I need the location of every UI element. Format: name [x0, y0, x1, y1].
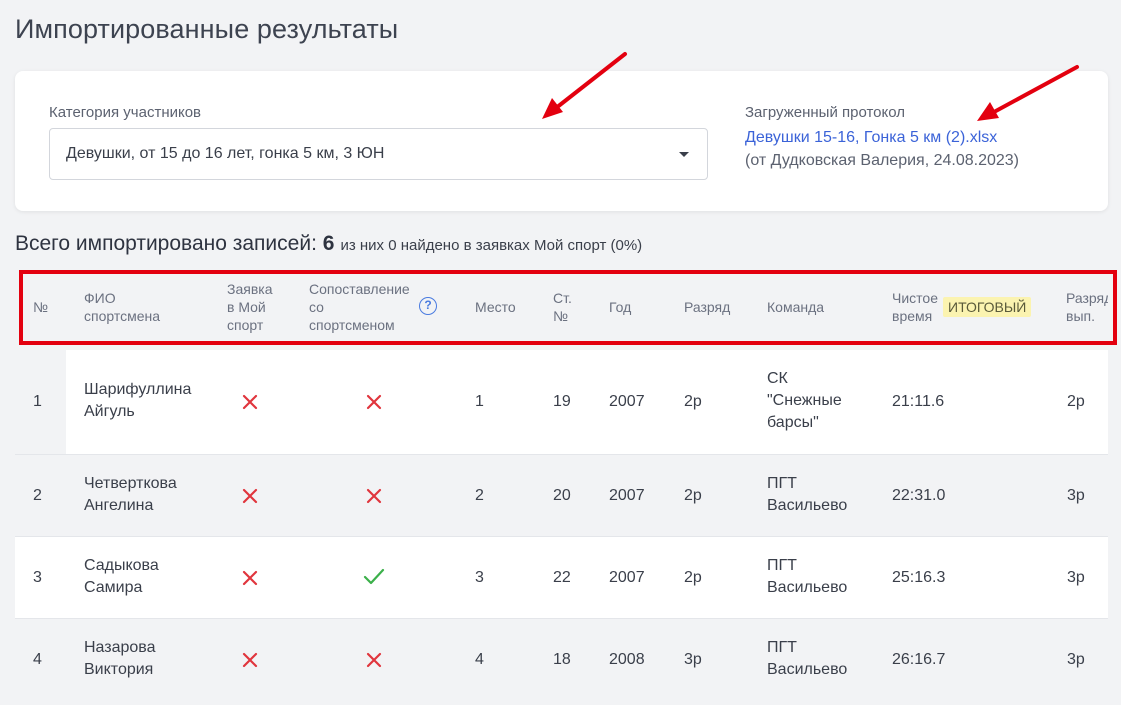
- header-team: Команда: [767, 299, 825, 315]
- chevron-down-icon: [679, 152, 689, 157]
- summary-label: Всего импортировано записей: 6: [15, 232, 335, 255]
- cross-icon: [242, 394, 258, 410]
- cell-time: 22:31.0: [892, 487, 946, 504]
- filters-card: Категория участников Девушки, от 15 до 1…: [15, 71, 1108, 211]
- protocol-file-link[interactable]: Девушки 15-16, Гонка 5 км (2).xlsx: [745, 129, 997, 147]
- cell-team: ПГТ Васильево: [767, 557, 848, 596]
- cell-place: 3: [475, 569, 484, 586]
- cross-icon: [242, 488, 258, 504]
- cell-num: 1: [33, 393, 42, 410]
- table-header: № ФИО спортсмена Заявка в Мой спорт Сопоста…: [15, 272, 1121, 342]
- protocol-label: Загруженный протокол: [745, 104, 906, 121]
- table-row[interactable]: 3 Садыкова Самира 3 22 2007 2р ПГТ Василье…: [15, 536, 1108, 618]
- category-select[interactable]: Девушки, от 15 до 16 лет, гонка 5 км, 3 …: [49, 128, 708, 180]
- cell-time: 25:16.3: [892, 569, 946, 586]
- cross-icon: [366, 652, 382, 668]
- summary-detail: из них 0 найдено в заявках Мой спорт (0%…: [340, 237, 643, 254]
- cell-year: 2008: [609, 651, 645, 668]
- cell-place: 4: [475, 651, 484, 668]
- header-place: Место: [475, 299, 516, 315]
- cell-time: 21:11.6: [892, 393, 945, 410]
- cross-icon: [242, 652, 258, 668]
- final-badge[interactable]: ИТОГОВЫЙ: [943, 297, 1032, 317]
- cross-icon: [366, 394, 382, 410]
- cell-rank: 2р: [684, 393, 702, 410]
- header-rank: Разряд: [684, 299, 731, 315]
- summary-count: 6: [322, 232, 335, 255]
- header-rank-achieved: Разряд вып.: [1066, 290, 1108, 324]
- cell-time: 26:16.7: [892, 651, 946, 668]
- cell-fio: Шарифуллина Айгуль: [84, 381, 192, 420]
- header-num: №: [33, 299, 49, 315]
- cell-team: ПГТ Васильево: [767, 639, 848, 678]
- cell-rank-achieved: 3р: [1067, 487, 1085, 504]
- table-row[interactable]: 2 Четверткова Ангелина 2 20 2007 2р ПГТ Ва…: [15, 454, 1108, 536]
- import-summary: Всего импортировано записей: 6 из них 0 н…: [15, 232, 642, 256]
- cell-fio: Садыкова Самира: [84, 557, 159, 596]
- cross-icon: [366, 488, 382, 504]
- header-matching: Сопоставление со спортсменом: [309, 281, 410, 333]
- cell-team: ПГТ Васильево: [767, 475, 848, 514]
- cell-num: 4: [33, 651, 42, 668]
- category-label: Категория участников: [49, 104, 202, 121]
- cell-year: 2007: [609, 569, 645, 586]
- cross-icon: [242, 570, 258, 586]
- cell-place: 1: [475, 393, 484, 410]
- table-row[interactable]: 4 Назарова Виктория 4 18 2008 3р ПГТ Васил…: [15, 618, 1108, 700]
- check-icon: [363, 568, 385, 585]
- category-select-value: Девушки, от 15 до 16 лет, гонка 5 км, 3 …: [66, 145, 385, 162]
- header-fio: ФИО спортсмена: [84, 290, 161, 324]
- cell-year: 2007: [609, 487, 645, 504]
- cell-year: 2007: [609, 393, 645, 410]
- cell-place: 2: [475, 487, 484, 504]
- cell-rank-achieved: 2р: [1067, 393, 1085, 410]
- cell-rank: 3р: [684, 651, 702, 668]
- cell-start: 20: [553, 487, 571, 504]
- header-application: Заявка в Мой спорт: [227, 281, 273, 333]
- cell-rank: 2р: [684, 569, 702, 586]
- header-net-time: Чистое время: [892, 290, 938, 324]
- cell-start: 18: [553, 651, 571, 668]
- cell-rank-achieved: 3р: [1067, 569, 1085, 586]
- cell-team: СК "Снежные барсы": [767, 370, 842, 431]
- help-icon[interactable]: ?: [419, 297, 437, 315]
- table-row[interactable]: 1 Шарифуллина Айгуль 1 19 2007 2р СК "Снеж…: [15, 350, 1108, 454]
- cell-start: 22: [553, 569, 571, 586]
- cell-rank: 2р: [684, 487, 702, 504]
- header-year: Год: [609, 299, 632, 315]
- header-start-number: Ст. №: [553, 290, 572, 324]
- cell-num: 2: [33, 487, 42, 504]
- protocol-meta: (от Дудковская Валерия, 24.08.2023): [745, 152, 1019, 169]
- cell-fio: Назарова Виктория: [84, 639, 156, 678]
- page-title: Импортированные результаты: [15, 14, 399, 44]
- cell-rank-achieved: 3р: [1067, 651, 1085, 668]
- cell-start: 19: [553, 393, 571, 410]
- cell-fio: Четверткова Ангелина: [84, 475, 177, 514]
- cell-num: 3: [33, 569, 42, 586]
